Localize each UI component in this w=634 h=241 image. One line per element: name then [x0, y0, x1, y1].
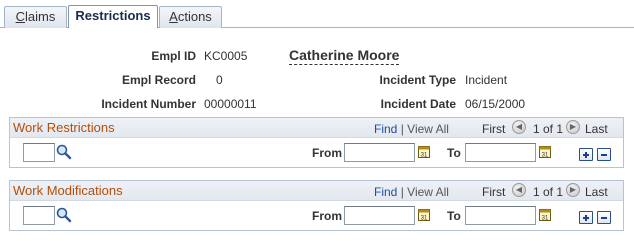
calendar-icon[interactable]: 31 — [418, 208, 430, 221]
to-label: To — [447, 209, 461, 223]
lookup-icon[interactable] — [56, 207, 72, 223]
tab-restrictions[interactable]: Restrictions — [68, 5, 158, 28]
tab-claims-accesskey: C — [15, 9, 26, 24]
separator: | — [400, 185, 404, 199]
tab-restrictions-label: Restrictions — [75, 8, 151, 23]
calendar-icon[interactable]: 31 — [539, 208, 551, 221]
incident-type-value: Incident — [465, 73, 508, 87]
empl-record-value: 0 — [216, 73, 223, 87]
find-link[interactable]: Find — [374, 185, 397, 199]
work-restrictions-title: Work Restrictions — [13, 120, 115, 135]
incident-date-value: 06/15/2000 — [465, 97, 526, 111]
svg-text:31: 31 — [542, 216, 549, 222]
work-modifications-title: Work Modifications — [13, 183, 123, 198]
previous-row-icon[interactable]: ◀ — [512, 183, 526, 197]
modification-code-input[interactable] — [23, 206, 55, 225]
from-date-input[interactable] — [344, 143, 415, 162]
lookup-icon[interactable] — [56, 144, 72, 160]
employee-name: Catherine Moore — [289, 47, 400, 65]
view-all-link[interactable]: View All — [407, 185, 449, 199]
tab-bar: Claims Restrictions Actions — [0, 0, 634, 28]
to-date-input[interactable] — [465, 143, 536, 162]
empl-id-label: Empl ID — [151, 49, 196, 63]
work-modifications-header: Work Modifications Find | View All First… — [10, 181, 623, 201]
add-row-button[interactable] — [579, 211, 593, 224]
add-row-button[interactable] — [579, 148, 593, 161]
work-restrictions-header: Work Restrictions Find | View All First … — [10, 118, 623, 138]
restriction-code-input[interactable] — [23, 143, 55, 162]
empl-id-value: KC0005 — [204, 49, 248, 63]
from-date-input[interactable] — [344, 206, 415, 225]
incident-type-label: Incident Type — [379, 73, 456, 87]
work-modifications-grid: Work Modifications Find | View All First… — [9, 180, 624, 231]
calendar-icon[interactable]: 31 — [418, 145, 430, 158]
first-label: First — [482, 185, 506, 199]
row-range: 1 of 1 — [533, 122, 564, 136]
empl-record-label: Empl Record — [121, 73, 196, 87]
svg-text:31: 31 — [421, 153, 428, 159]
svg-text:31: 31 — [542, 153, 549, 159]
tab-actions-label: ctions — [177, 9, 212, 24]
incident-date-label: Incident Date — [380, 97, 456, 111]
tab-claims-label: laims — [25, 9, 56, 24]
calendar-icon[interactable]: 31 — [539, 145, 551, 158]
row-range: 1 of 1 — [533, 185, 564, 199]
view-all-link[interactable]: View All — [407, 122, 449, 136]
to-date-input[interactable] — [465, 206, 536, 225]
separator: | — [400, 122, 404, 136]
delete-row-button[interactable] — [597, 211, 611, 224]
tab-actions-accesskey: A — [169, 9, 178, 24]
tab-actions[interactable]: Actions — [159, 6, 222, 28]
work-restrictions-grid: Work Restrictions Find | View All First … — [9, 117, 624, 168]
last-label: Last — [585, 185, 608, 199]
from-label: From — [312, 146, 342, 160]
next-row-icon[interactable]: ▶ — [566, 183, 580, 197]
incident-number-label: Incident Number — [101, 97, 196, 111]
to-label: To — [447, 146, 461, 160]
delete-row-button[interactable] — [597, 148, 611, 161]
first-label: First — [482, 122, 506, 136]
svg-text:31: 31 — [421, 216, 428, 222]
next-row-icon[interactable]: ▶ — [566, 120, 580, 134]
tab-claims[interactable]: Claims — [4, 6, 67, 28]
last-label: Last — [585, 122, 608, 136]
work-restrictions-row: From 31 To 31 — [10, 138, 623, 167]
find-link[interactable]: Find — [374, 122, 397, 136]
previous-row-icon[interactable]: ◀ — [512, 120, 526, 134]
work-modifications-row: From 31 To 31 — [10, 201, 623, 230]
from-label: From — [312, 209, 342, 223]
incident-number-value: 00000011 — [204, 97, 257, 111]
